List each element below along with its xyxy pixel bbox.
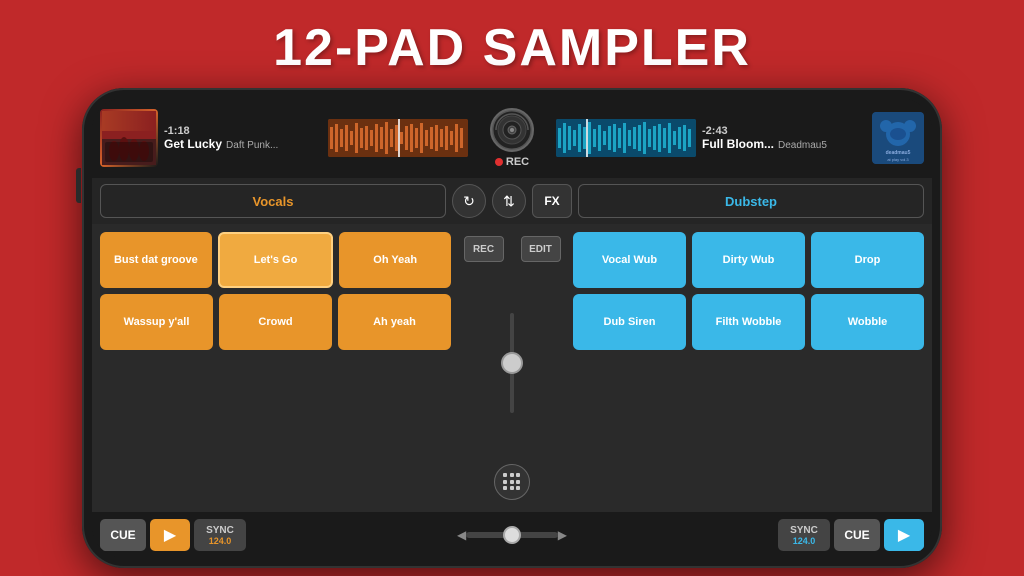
track-artist-left: Daft Punk... bbox=[226, 140, 278, 151]
arrow-right-icon: ▶ bbox=[558, 528, 567, 542]
pads-right: Vocal Wub Dirty Wub Drop Dub Siren Filth… bbox=[573, 232, 924, 504]
album-art-left bbox=[100, 109, 158, 167]
vinyl-icon[interactable] bbox=[490, 108, 534, 152]
deck-left: -1:18 Get Lucky Daft Punk... bbox=[100, 109, 468, 167]
track-title-right: Full Bloom... bbox=[702, 137, 774, 151]
cue-btn-right[interactable]: CUE bbox=[834, 519, 880, 551]
play-btn-left[interactable]: ▶ bbox=[150, 519, 190, 551]
rec-badge: REC bbox=[495, 156, 529, 168]
transport-row: CUE ▶ SYNC 124.0 ◀ ▶ SYNC 124.0 bbox=[92, 512, 932, 558]
phone-device: -1:18 Get Lucky Daft Punk... bbox=[82, 88, 942, 568]
arrow-left-icon: ◀ bbox=[457, 528, 466, 542]
grid-button[interactable] bbox=[494, 464, 530, 500]
pad-vocal-wub[interactable]: Vocal Wub bbox=[573, 232, 686, 288]
pads-left: Bust dat groove Let's Go Oh Yeah Wassup … bbox=[100, 232, 451, 504]
grid-icon bbox=[503, 473, 521, 491]
pad-lets-go[interactable]: Let's Go bbox=[218, 232, 334, 288]
cue-btn-left[interactable]: CUE bbox=[100, 519, 146, 551]
track-artist-right: Deadmau5 bbox=[778, 140, 827, 151]
sync-btn-right[interactable]: SYNC 124.0 bbox=[778, 519, 830, 551]
eq-btn[interactable]: ⇅ bbox=[492, 184, 526, 218]
waveform-left bbox=[328, 119, 468, 157]
sync-label-right: SYNC bbox=[790, 525, 818, 536]
transport-right: SYNC 124.0 CUE ▶ bbox=[571, 519, 924, 551]
pads-row-bottom-left: Wassup y'all Crowd Ah yeah bbox=[100, 294, 451, 350]
svg-text:deadmau5: deadmau5 bbox=[886, 150, 911, 156]
rec-edit-row: REC EDIT bbox=[457, 236, 567, 262]
pad-wobble[interactable]: Wobble bbox=[811, 294, 924, 350]
pad-dirty-wub[interactable]: Dirty Wub bbox=[692, 232, 805, 288]
transport-left: CUE ▶ SYNC 124.0 bbox=[100, 519, 453, 551]
track-info-left: -1:18 Get Lucky Daft Punk... bbox=[164, 125, 322, 151]
deck-center: REC bbox=[472, 108, 552, 168]
refresh-btn[interactable]: ↻ bbox=[452, 184, 486, 218]
rec-label: REC bbox=[506, 156, 529, 168]
category-btn-right[interactable]: Dubstep bbox=[578, 184, 924, 218]
rec-button[interactable]: REC bbox=[464, 236, 504, 262]
pads-row-bottom-right: Dub Siren Filth Wobble Wobble bbox=[573, 294, 924, 350]
crossfader-horizontal[interactable] bbox=[466, 532, 558, 538]
page-title: 12-PAD SAMPLER bbox=[273, 18, 751, 78]
fx-btn[interactable]: FX bbox=[532, 184, 572, 218]
sync-btn-left[interactable]: SYNC 124.0 bbox=[194, 519, 246, 551]
crossfader-thumb[interactable] bbox=[501, 352, 523, 374]
edit-button[interactable]: EDIT bbox=[521, 236, 561, 262]
pad-dub-siren[interactable]: Dub Siren bbox=[573, 294, 686, 350]
phone-screen: -1:18 Get Lucky Daft Punk... bbox=[92, 98, 932, 558]
album-art-right: deadmau5 at play vol.3 bbox=[872, 112, 924, 164]
sync-label-left: SYNC bbox=[206, 525, 234, 536]
deck-right: -2:43 Full Bloom... Deadmau5 deadmau5 bbox=[556, 112, 924, 164]
svg-text:at play vol.3: at play vol.3 bbox=[887, 157, 909, 162]
crossfader-vertical[interactable] bbox=[510, 313, 514, 413]
pad-crowd[interactable]: Crowd bbox=[219, 294, 332, 350]
pad-filth-wobble[interactable]: Filth Wobble bbox=[692, 294, 805, 350]
bpm-left: 124.0 bbox=[209, 536, 232, 546]
track-time-left: -1:18 bbox=[164, 125, 322, 137]
pad-oh-yeah[interactable]: Oh Yeah bbox=[339, 232, 451, 288]
play-btn-right[interactable]: ▶ bbox=[884, 519, 924, 551]
waveform-right bbox=[556, 119, 696, 157]
pad-bust-dat-groove[interactable]: Bust dat groove bbox=[100, 232, 212, 288]
rec-dot bbox=[495, 158, 503, 166]
transport-center: ◀ ▶ bbox=[457, 528, 567, 542]
crossfader-horiz-thumb[interactable] bbox=[503, 526, 521, 544]
track-time-right: -2:43 bbox=[702, 125, 866, 137]
pads-row-top-right: Vocal Wub Dirty Wub Drop bbox=[573, 232, 924, 288]
center-controls: REC EDIT bbox=[457, 232, 567, 504]
controls-row: Vocals ↻ ⇅ FX Dubstep bbox=[92, 178, 932, 224]
track-info-right: -2:43 Full Bloom... Deadmau5 bbox=[702, 125, 866, 151]
bpm-right: 124.0 bbox=[793, 536, 816, 546]
pad-ah-yeah[interactable]: Ah yeah bbox=[338, 294, 451, 350]
pad-drop[interactable]: Drop bbox=[811, 232, 924, 288]
pad-wassup-yall[interactable]: Wassup y'all bbox=[100, 294, 213, 350]
pads-area: Bust dat groove Let's Go Oh Yeah Wassup … bbox=[92, 224, 932, 512]
pads-row-top-left: Bust dat groove Let's Go Oh Yeah bbox=[100, 232, 451, 288]
deck-row: -1:18 Get Lucky Daft Punk... bbox=[92, 98, 932, 178]
track-title-left: Get Lucky bbox=[164, 137, 222, 151]
category-btn-left[interactable]: Vocals bbox=[100, 184, 446, 218]
